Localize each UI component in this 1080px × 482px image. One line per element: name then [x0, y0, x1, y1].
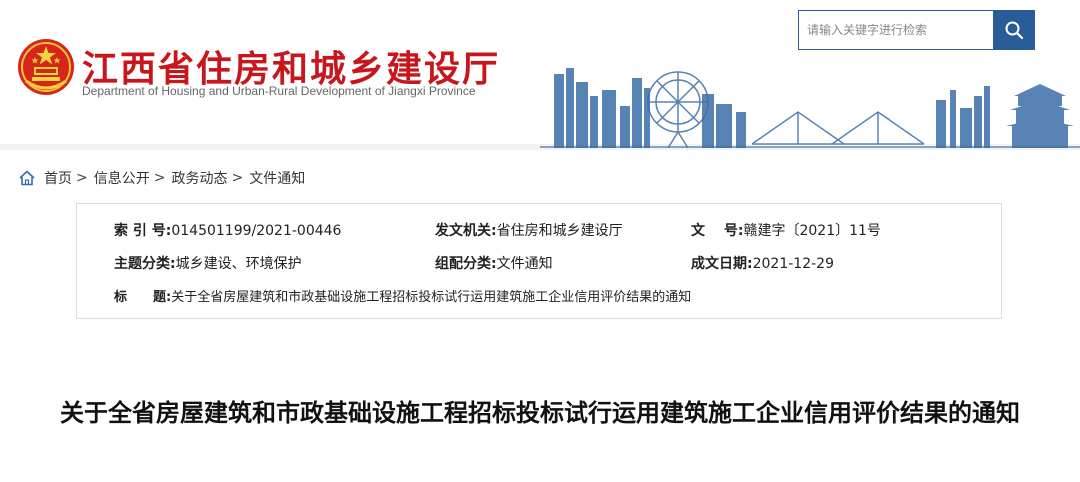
meta-category-value: 文件通知 — [496, 256, 553, 272]
breadcrumb-home[interactable]: 首页 — [44, 168, 72, 188]
search-input[interactable] — [799, 11, 994, 49]
site-header: 江西省住房和城乡建设厅 Department of Housing and Ur… — [0, 0, 1080, 150]
meta-issuer-label: 发文机关: — [435, 223, 497, 239]
breadcrumb-gov-news[interactable]: 政务动态 — [171, 168, 227, 188]
meta-date-value: 2021-12-29 — [752, 256, 834, 272]
home-icon[interactable] — [18, 169, 36, 187]
meta-docno-label: 文 号: — [691, 223, 744, 239]
meta-doc-number: 文 号:赣建字〔2021〕11号 — [691, 220, 881, 240]
article-title: 关于全省房屋建筑和市政基础设施工程招标投标试行运用建筑施工企业信用评价结果的通知 — [60, 399, 1020, 427]
meta-title-value: 关于全省房屋建筑和市政基础设施工程招标投标试行运用建筑施工企业信用评价结果的通知 — [171, 290, 692, 305]
meta-index-label: 索 引 号: — [114, 223, 172, 239]
meta-title-label: 标 题: — [114, 290, 172, 305]
search-button[interactable] — [993, 11, 1034, 49]
meta-topic-value: 城乡建设、环境保护 — [175, 256, 302, 272]
meta-issuer-value: 省住房和城乡建设厅 — [496, 223, 623, 239]
meta-title: 标 题:关于全省房屋建筑和市政基础设施工程招标投标试行运用建筑施工企业信用评价结… — [114, 286, 691, 305]
breadcrumb-separator: > — [76, 170, 88, 186]
breadcrumb: 首页 > 信息公开 > 政务动态 > 文件通知 — [18, 168, 305, 188]
breadcrumb-info-public[interactable]: 信息公开 — [94, 168, 150, 188]
meta-issuer: 发文机关:省住房和城乡建设厅 — [435, 220, 623, 240]
national-emblem-icon — [18, 39, 74, 95]
breadcrumb-file-notice[interactable]: 文件通知 — [249, 168, 305, 188]
meta-date: 成文日期:2021-12-29 — [691, 253, 834, 273]
breadcrumb-separator: > — [153, 170, 166, 186]
document-metadata-table: 索 引 号:014501199/2021-00446 发文机关:省住房和城乡建设… — [76, 203, 1002, 319]
meta-index-value: 014501199/2021-00446 — [171, 223, 342, 239]
meta-topic-label: 主题分类: — [114, 256, 176, 272]
meta-category: 组配分类:文件通知 — [435, 253, 553, 273]
meta-docno-value: 赣建字〔2021〕11号 — [743, 223, 881, 239]
breadcrumb-separator: > — [231, 170, 244, 186]
city-skyline-illustration — [540, 68, 1080, 148]
meta-date-label: 成文日期: — [691, 256, 753, 272]
site-subtitle: Department of Housing and Urban-Rural De… — [82, 84, 476, 98]
meta-category-label: 组配分类: — [435, 256, 497, 272]
meta-topic: 主题分类:城乡建设、环境保护 — [114, 253, 302, 273]
search-box — [798, 10, 1035, 50]
search-icon — [1005, 21, 1023, 40]
meta-index-number: 索 引 号:014501199/2021-00446 — [114, 220, 341, 240]
